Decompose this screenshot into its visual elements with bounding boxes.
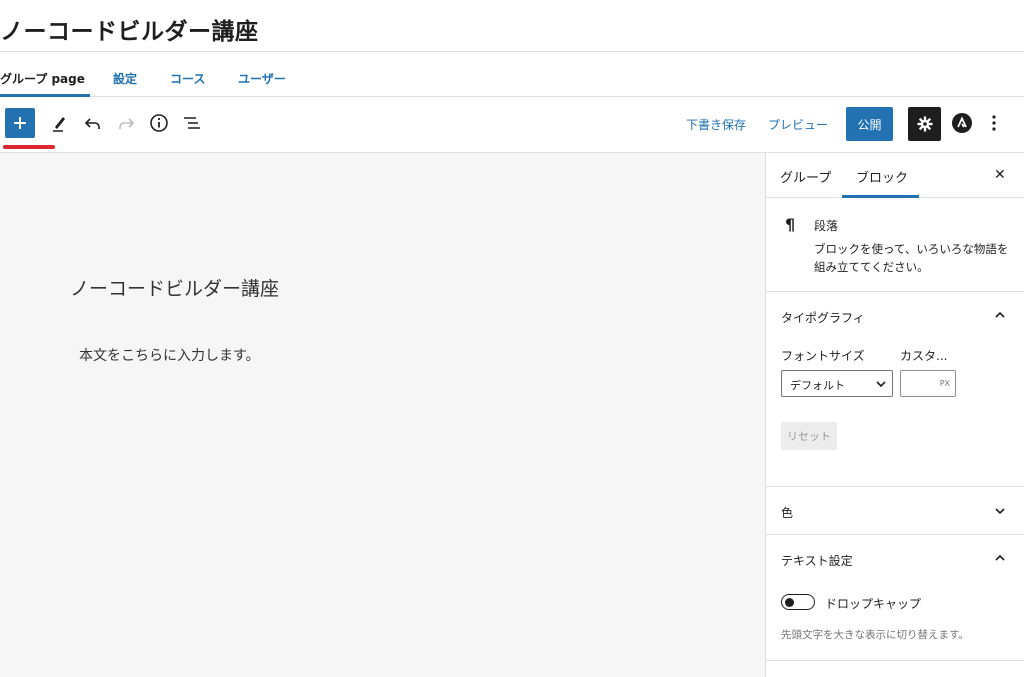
tab-group-page[interactable]: グループ page <box>0 70 85 87</box>
nav-tabs: グループ page 設定 コース ユーザー <box>0 52 1024 97</box>
sidebar-tab-group[interactable]: グループ <box>780 167 831 186</box>
chevron-down-icon <box>876 381 886 388</box>
editor-toolbar: 下書き保存 プレビュー 公開 <box>0 97 1024 153</box>
content-heading[interactable]: ノーコードビルダー講座 <box>70 274 279 301</box>
tab-courses[interactable]: コース <box>170 70 205 87</box>
editor-canvas[interactable]: ノーコードビルダー講座 本文をこちらに入力します。 <box>0 153 766 677</box>
block-name: 段落 <box>814 219 839 233</box>
sidebar-tab-block[interactable]: ブロック <box>856 167 908 186</box>
redo-icon <box>119 118 135 129</box>
color-title[interactable]: 色 <box>781 504 793 521</box>
close-sidebar-button[interactable]: ✕ <box>994 167 1006 183</box>
sidebar-tabs: グループ ブロック ✕ <box>766 153 1024 198</box>
font-size-value: デフォルト <box>790 379 845 392</box>
preview-button[interactable]: プレビュー <box>768 116 828 133</box>
info-icon <box>150 114 168 132</box>
chevron-down-icon[interactable] <box>993 504 1007 518</box>
more-vertical-icon <box>992 115 996 131</box>
plus-icon <box>14 117 26 129</box>
settings-button[interactable] <box>908 107 941 141</box>
dropcap-help: 先頭文字を大きな表示に切り替えます。 <box>781 629 969 641</box>
redo-button[interactable] <box>115 112 137 134</box>
custom-size-input[interactable]: PX <box>900 370 956 397</box>
add-block-button[interactable] <box>5 108 35 138</box>
settings-sidebar: グループ ブロック ✕ ¶ 段落 ブロックを使って、いろいろな物語を組み立ててく… <box>766 153 1024 677</box>
astra-logo-icon <box>952 113 972 133</box>
dropcap-label: ドロップキャップ <box>825 597 922 611</box>
paragraph-icon: ¶ <box>785 215 796 234</box>
title-bar: ノーコードビルダー講座 <box>0 0 1024 52</box>
font-size-select[interactable]: デフォルト <box>781 370 893 397</box>
save-draft-button[interactable]: 下書き保存 <box>686 116 746 133</box>
more-options-button[interactable] <box>983 112 1005 134</box>
dropcap-toggle[interactable] <box>781 594 815 610</box>
custom-size-label: カスタ... <box>900 349 948 363</box>
typography-panel: タイポグラフィ フォントサイズ カスタ... デフォルト PX リセット <box>766 292 1024 487</box>
text-settings-panel: テキスト設定 ドロップキャップ 先頭文字を大きな表示に切り替えます。 <box>766 535 1024 661</box>
undo-icon <box>84 118 100 129</box>
chevron-up-icon[interactable] <box>993 308 1007 322</box>
tools-button[interactable] <box>48 112 70 134</box>
tab-users[interactable]: ユーザー <box>238 70 286 87</box>
astra-settings-button[interactable] <box>950 111 974 135</box>
details-button[interactable] <box>148 112 170 134</box>
gear-icon <box>917 116 932 132</box>
chevron-up-icon[interactable] <box>993 551 1007 565</box>
block-card: ¶ 段落 ブロックを使って、いろいろな物語を組み立ててください。 <box>766 198 1024 292</box>
toggle-knob <box>785 597 794 607</box>
tab-settings[interactable]: 設定 <box>113 70 137 87</box>
color-panel[interactable]: 色 <box>766 487 1024 535</box>
highlight-underline <box>3 145 55 149</box>
block-description: ブロックを使って、いろいろな物語を組み立ててください。 <box>814 242 1009 274</box>
pencil-icon <box>53 117 65 132</box>
publish-button[interactable]: 公開 <box>846 107 893 141</box>
list-view-button[interactable] <box>181 112 203 134</box>
undo-button[interactable] <box>82 112 104 134</box>
text-settings-title[interactable]: テキスト設定 <box>781 552 853 569</box>
unit-label: PX <box>939 379 950 388</box>
page-title: ノーコードビルダー講座 <box>0 19 259 45</box>
content-paragraph[interactable]: 本文をこちらに入力します。 <box>79 345 260 365</box>
typography-title[interactable]: タイポグラフィ <box>781 309 865 326</box>
font-size-label: フォントサイズ <box>781 349 865 363</box>
list-view-icon <box>184 117 200 129</box>
reset-button[interactable]: リセット <box>781 422 837 450</box>
